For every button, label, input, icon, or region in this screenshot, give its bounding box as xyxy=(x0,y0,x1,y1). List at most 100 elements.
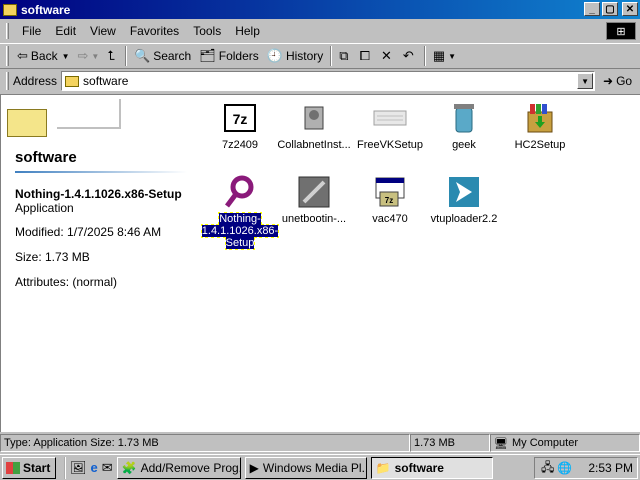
minimize-button[interactable]: _ xyxy=(584,2,600,16)
maximize-button[interactable]: ▢ xyxy=(602,2,618,16)
folders-icon: 🗂 xyxy=(199,48,216,63)
history-icon: 🕘 xyxy=(266,48,283,63)
package-icon xyxy=(523,101,557,135)
views-dropdown-icon[interactable]: ▼ xyxy=(448,52,456,61)
file-item[interactable]: unetbootin-... xyxy=(275,175,353,225)
forward-button[interactable]: ⇨ ▼ xyxy=(74,45,104,67)
file-item[interactable]: 7z 7z2409 xyxy=(201,101,279,151)
move-to-icon: ⧉ xyxy=(339,48,349,63)
trash-can-icon xyxy=(447,101,481,135)
file-label: geek xyxy=(452,139,476,151)
panel-divider xyxy=(15,171,187,173)
web-view-panel: software Nothing-1.4.1.1026.x86-Setup Ap… xyxy=(1,95,191,431)
file-item[interactable]: FreeVKSetup xyxy=(351,101,429,151)
selected-file-modified: Modified: 1/7/2025 8:46 AM xyxy=(15,225,162,239)
search-icon: 🔍 xyxy=(134,48,151,63)
delete-button[interactable]: ✕ xyxy=(377,45,399,67)
folder-icon xyxy=(65,75,80,87)
menu-help[interactable]: Help xyxy=(228,24,267,38)
toolbar-grip[interactable] xyxy=(6,46,9,66)
panel-folder-title: software xyxy=(15,149,77,166)
selected-file-type: Application xyxy=(15,201,74,215)
file-label: vac470 xyxy=(372,213,408,225)
go-arrow-icon: ➜ xyxy=(603,74,614,88)
views-button[interactable]: ▦ ▼ xyxy=(429,45,460,67)
back-label: Back xyxy=(30,49,58,63)
arrow-icon xyxy=(447,175,481,209)
folder-view[interactable]: software Nothing-1.4.1.1026.x86-Setup Ap… xyxy=(0,94,640,432)
forward-arrow-icon: ⇨ xyxy=(77,48,89,63)
file-item[interactable]: geek xyxy=(425,101,503,151)
folders-label: Folders xyxy=(218,49,259,63)
file-item[interactable]: vtuploader2.2 xyxy=(425,175,503,225)
address-label: Address xyxy=(13,74,58,88)
file-label: HC2Setup xyxy=(514,139,566,151)
back-dropdown-icon[interactable]: ▼ xyxy=(62,52,70,61)
back-arrow-icon: ⇦ xyxy=(17,48,28,63)
panel-decoration xyxy=(57,99,121,129)
search-label: Search xyxy=(153,49,192,63)
show-desktop-icon[interactable]: 🖼 xyxy=(70,460,87,476)
address-grip[interactable] xyxy=(6,72,9,90)
task-windows-media-player[interactable]: ▶ Windows Media Pl... xyxy=(244,456,367,479)
go-button[interactable]: ➜ Go xyxy=(603,74,632,88)
file-label: unetbootin-... xyxy=(281,213,347,225)
computer-icon: 🖥 xyxy=(494,437,508,450)
start-button[interactable]: Start xyxy=(2,456,56,479)
menu-grip[interactable] xyxy=(6,23,9,39)
file-item[interactable]: Nothing-1.4.1.1026.x86-Setup xyxy=(200,175,280,250)
installer-icon xyxy=(297,101,331,135)
file-label: Nothing-1.4.1.1026.x86-Setup xyxy=(200,212,280,250)
task-label: Add/Remove Prog... xyxy=(140,460,241,475)
go-label: Go xyxy=(616,74,633,88)
address-dropdown-button[interactable]: ▼ xyxy=(577,73,594,89)
folders-button[interactable]: 🗂 Folders xyxy=(195,45,263,67)
quick-launch: 🖼 e ✉ xyxy=(64,456,113,479)
internet-explorer-icon[interactable]: e xyxy=(91,460,98,475)
close-button[interactable]: ✕ xyxy=(622,2,638,16)
selected-file-size: Size: 1.73 MB xyxy=(15,250,90,264)
window-title: software xyxy=(21,2,71,17)
start-label: Start xyxy=(23,460,51,475)
file-item[interactable]: CollabnetInst... xyxy=(275,101,353,151)
menu-file[interactable]: File xyxy=(15,24,48,38)
history-label: History xyxy=(285,49,324,63)
undo-button[interactable]: ↶ xyxy=(399,45,421,67)
unetbootin-icon xyxy=(297,175,331,209)
search-button[interactable]: 🔍 Search xyxy=(130,45,195,67)
up-folder-button[interactable]: ⮤ xyxy=(103,45,122,67)
file-item[interactable]: 7z vac470 xyxy=(351,175,429,225)
clock[interactable]: 2:53 PM xyxy=(588,461,633,475)
menu-view[interactable]: View xyxy=(83,24,123,38)
file-label: 7z2409 xyxy=(221,139,259,151)
toolbar-separator xyxy=(330,46,333,66)
task-label: Windows Media Pl... xyxy=(262,460,367,475)
address-input[interactable]: software ▼ xyxy=(61,71,596,91)
copy-to-button[interactable]: ⧠ xyxy=(356,45,377,67)
folder-icon xyxy=(7,109,47,137)
move-to-button[interactable]: ⧉ xyxy=(335,45,355,67)
back-button[interactable]: ⇦ Back ▼ xyxy=(13,45,74,67)
selected-file-name: Nothing-1.4.1.1026.x86-Setup xyxy=(15,187,182,201)
windows-logo-icon: ⊞ xyxy=(606,22,636,40)
globe-icon[interactable]: 🌐 xyxy=(557,461,572,475)
file-label: FreeVKSetup xyxy=(356,139,424,151)
task-software[interactable]: 📁 software xyxy=(370,456,493,479)
folder-icon: 📁 xyxy=(375,460,391,475)
title-bar: software _ ▢ ✕ xyxy=(0,0,640,19)
outlook-express-icon[interactable]: ✉ xyxy=(102,460,113,476)
file-item[interactable]: HC2Setup xyxy=(501,101,579,151)
menu-tools[interactable]: Tools xyxy=(186,24,228,38)
copy-to-icon: ⧠ xyxy=(359,48,370,63)
menu-favorites[interactable]: Favorites xyxy=(123,24,186,38)
network-icon[interactable]: 🖧 xyxy=(541,458,554,479)
address-value: software xyxy=(83,74,129,88)
zone-label: My Computer xyxy=(511,437,578,449)
forward-dropdown-icon[interactable]: ▼ xyxy=(91,52,99,61)
task-add-remove-programs[interactable]: 🧩 Add/Remove Prog... xyxy=(116,456,241,479)
file-label: vtuploader2.2 xyxy=(430,213,498,225)
selected-file-attributes: Attributes: (normal) xyxy=(15,275,118,289)
history-button[interactable]: 🕘 History xyxy=(263,45,328,67)
7zip-window-icon: 7z xyxy=(373,175,407,209)
menu-edit[interactable]: Edit xyxy=(48,24,83,38)
